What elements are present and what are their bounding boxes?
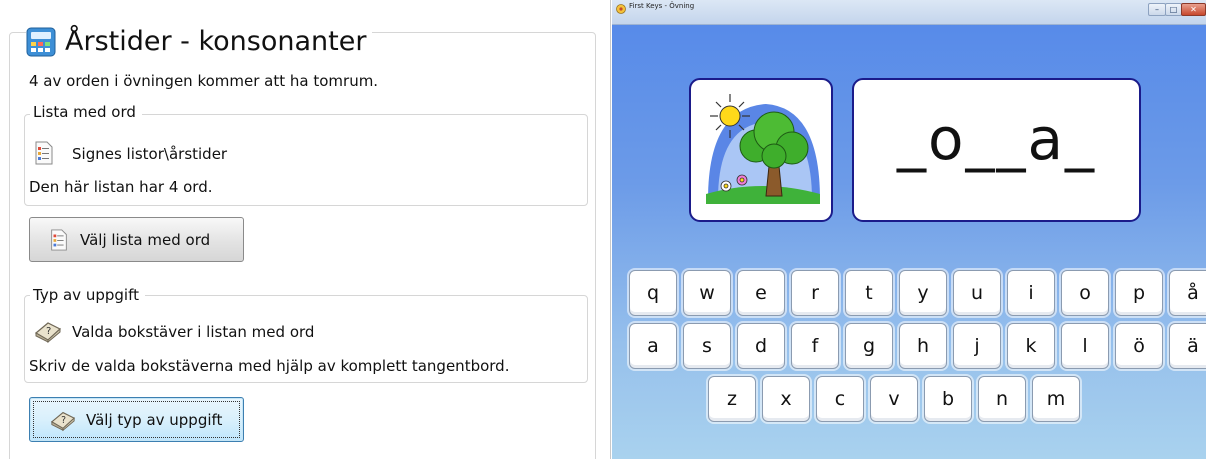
- choose-word-list-button[interactable]: Välj lista med ord: [29, 217, 244, 262]
- settings-header: Årstider - konsonanter: [26, 22, 373, 62]
- app-logo-icon: [616, 4, 626, 14]
- document-list-icon: [35, 141, 53, 165]
- key-w[interactable]: w: [683, 270, 731, 316]
- maximize-button[interactable]: □: [1165, 3, 1182, 16]
- key-j[interactable]: j: [953, 323, 1001, 369]
- choose-task-type-label: Välj typ av uppgift: [86, 410, 223, 429]
- key-ä[interactable]: ä: [1169, 323, 1206, 369]
- minimize-button[interactable]: –: [1148, 3, 1166, 16]
- question-book-icon: ?: [50, 411, 76, 431]
- close-button[interactable]: ✕: [1181, 3, 1206, 16]
- key-g[interactable]: g: [845, 323, 893, 369]
- calculator-icon: [26, 27, 56, 57]
- task-type-name: Valda bokstäver i listan med ord: [72, 323, 315, 341]
- window-title: First Keys - Övning: [629, 2, 695, 10]
- key-a[interactable]: a: [629, 323, 677, 369]
- key-å[interactable]: å: [1169, 270, 1206, 316]
- task-type-legend: Typ av uppgift: [30, 286, 145, 304]
- key-p[interactable]: p: [1115, 270, 1163, 316]
- settings-panel: Årstider - konsonanter 4 av orden i övni…: [0, 0, 611, 459]
- key-y[interactable]: y: [899, 270, 947, 316]
- key-b[interactable]: b: [924, 376, 972, 422]
- word-with-gaps: _o__a_: [896, 105, 1097, 173]
- minimize-icon: –: [1155, 4, 1159, 14]
- first-keys-window: First Keys - Övning – □ ✕ _o__a_ q w e r…: [612, 0, 1206, 459]
- key-k[interactable]: k: [1007, 323, 1055, 369]
- maximize-icon: □: [1169, 4, 1178, 14]
- key-f[interactable]: f: [791, 323, 839, 369]
- key-h[interactable]: h: [899, 323, 947, 369]
- picture-card: [689, 78, 833, 222]
- word-display-card: _o__a_: [852, 78, 1141, 222]
- sun-tree-flowers-picture-icon: [706, 94, 820, 204]
- choose-task-type-button[interactable]: ? Välj typ av uppgift: [29, 397, 244, 442]
- svg-text:?: ?: [61, 414, 66, 425]
- key-t[interactable]: t: [845, 270, 893, 316]
- key-d[interactable]: d: [737, 323, 785, 369]
- key-l[interactable]: l: [1061, 323, 1109, 369]
- key-ö[interactable]: ö: [1115, 323, 1163, 369]
- key-v[interactable]: v: [870, 376, 918, 422]
- key-x[interactable]: x: [762, 376, 810, 422]
- word-list-legend: Lista med ord: [30, 103, 142, 121]
- gap-info-text: 4 av orden i övningen kommer att ha tomr…: [29, 72, 379, 90]
- exercise-title: Årstider - konsonanter: [65, 26, 367, 57]
- window-titlebar[interactable]: First Keys - Övning – □ ✕: [612, 0, 1206, 25]
- key-e[interactable]: e: [737, 270, 785, 316]
- word-list-name: Signes listor\årstider: [72, 145, 228, 163]
- task-type-description: Skriv de valda bokstäverna med hjälp av …: [29, 357, 510, 375]
- close-icon: ✕: [1190, 4, 1197, 14]
- key-m[interactable]: m: [1032, 376, 1080, 422]
- key-s[interactable]: s: [683, 323, 731, 369]
- key-q[interactable]: q: [629, 270, 677, 316]
- key-c[interactable]: c: [816, 376, 864, 422]
- svg-text:?: ?: [46, 326, 51, 337]
- key-o[interactable]: o: [1061, 270, 1109, 316]
- key-n[interactable]: n: [978, 376, 1026, 422]
- word-count-text: Den här listan har 4 ord.: [29, 178, 213, 196]
- key-u[interactable]: u: [953, 270, 1001, 316]
- key-r[interactable]: r: [791, 270, 839, 316]
- key-i[interactable]: i: [1007, 270, 1055, 316]
- choose-word-list-label: Välj lista med ord: [80, 230, 211, 249]
- question-book-icon: ?: [34, 322, 62, 343]
- document-list-icon: [51, 228, 67, 251]
- key-z[interactable]: z: [708, 376, 756, 422]
